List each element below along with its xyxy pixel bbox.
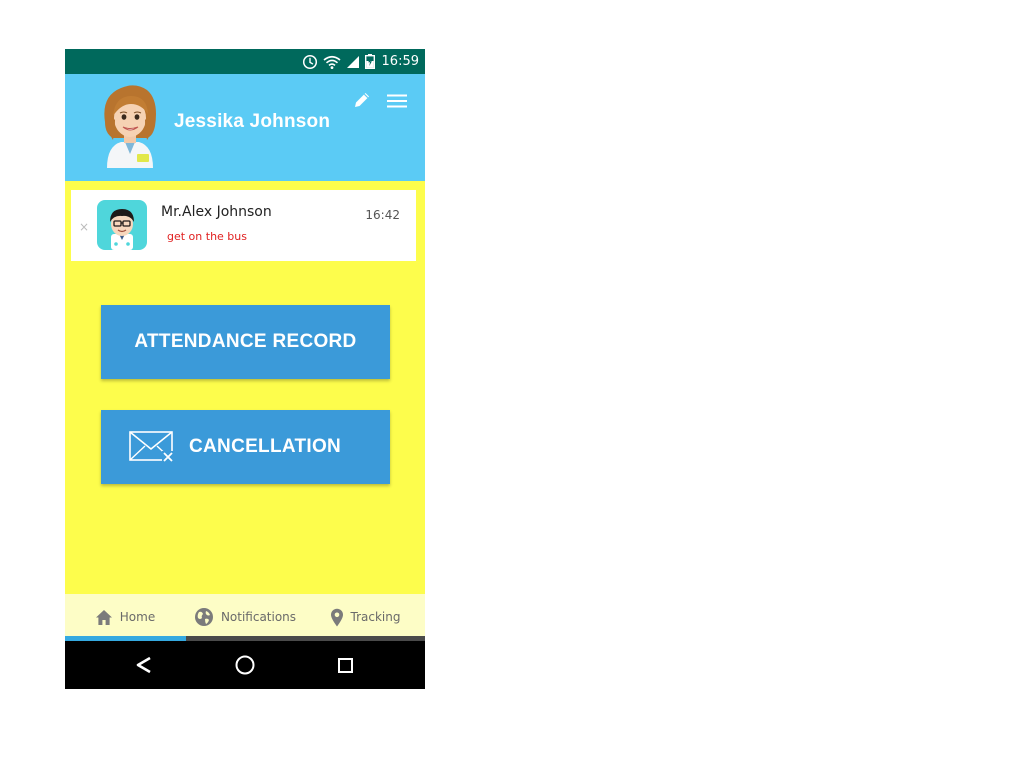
alarm-icon [302,54,317,69]
mail-cancel-icon [129,431,175,463]
nav-label-tracking: Tracking [350,610,401,624]
status-icons: 16:59 [302,49,419,74]
phone-screen: 16:59 Jessika Johnson × Mr.Alex Johnson … [65,49,425,689]
profile-header: Jessika Johnson [65,74,425,181]
attendance-record-button[interactable]: ATTENDANCE RECORD [101,305,390,379]
notification-message: get on the bus [167,230,247,243]
notification-card[interactable]: × Mr.Alex Johnson 16:42 get on the bus [71,190,416,261]
back-icon [136,656,151,674]
home-button[interactable] [233,653,257,677]
dismiss-icon[interactable]: × [79,221,89,233]
nav-label-home: Home [119,610,156,624]
system-navigation-bar [65,641,425,689]
home-icon [95,609,112,625]
wifi-icon [323,55,341,69]
nav-item-home[interactable]: Home [65,594,185,636]
battery-charging-icon [364,54,375,69]
bottom-navigation: Home Notifications Tracking [65,594,425,636]
attendance-record-label: ATTENDANCE RECORD [134,331,357,352]
cancellation-button[interactable]: CANCELLATION [101,410,390,484]
recents-icon [338,658,353,673]
notification-time: 16:42 [365,208,400,222]
notification-sender: Mr.Alex Johnson [161,204,272,220]
back-button[interactable] [132,653,156,677]
status-bar: 16:59 [65,49,425,74]
status-time: 16:59 [381,54,419,69]
home-circle-icon [235,655,255,675]
location-pin-icon [330,608,343,626]
hamburger-menu-icon[interactable] [385,91,409,111]
user-name: Jessika Johnson [174,111,331,132]
nav-label-notifications: Notifications [220,610,297,624]
pencil-icon[interactable] [352,90,372,110]
cell-signal-icon [346,55,359,68]
male-avatar-icon [97,200,147,250]
nav-item-tracking[interactable]: Tracking [305,594,425,636]
globe-icon [194,608,213,626]
female-avatar-icon[interactable] [95,82,165,168]
recents-button[interactable] [333,653,357,677]
cancellation-label: CANCELLATION [189,436,342,457]
nav-item-notifications[interactable]: Notifications [185,594,305,636]
